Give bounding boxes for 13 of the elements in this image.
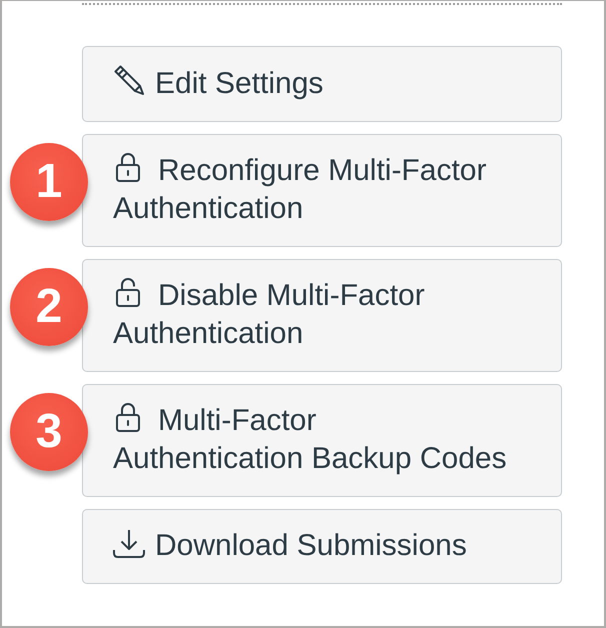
padlock-icon	[116, 402, 140, 432]
step-number-badge: 3	[10, 393, 88, 471]
action-button[interactable]: Edit Settings	[82, 46, 562, 122]
action-button[interactable]: Reconfigure Multi-Factor Authentication	[82, 134, 562, 247]
action-button[interactable]: Multi-Factor Authentication Backup Codes	[82, 384, 562, 497]
padlock-icon	[116, 152, 140, 182]
step-number-badge: 2	[10, 268, 88, 346]
action-button[interactable]: Download Submissions	[82, 509, 562, 584]
pencil-icon	[113, 64, 145, 96]
action-button[interactable]: Disable Multi-Factor Authentication	[82, 259, 562, 372]
download-icon	[113, 529, 145, 558]
unlocked-padlock-icon	[116, 277, 140, 307]
step-number-badge: 1	[10, 143, 88, 221]
